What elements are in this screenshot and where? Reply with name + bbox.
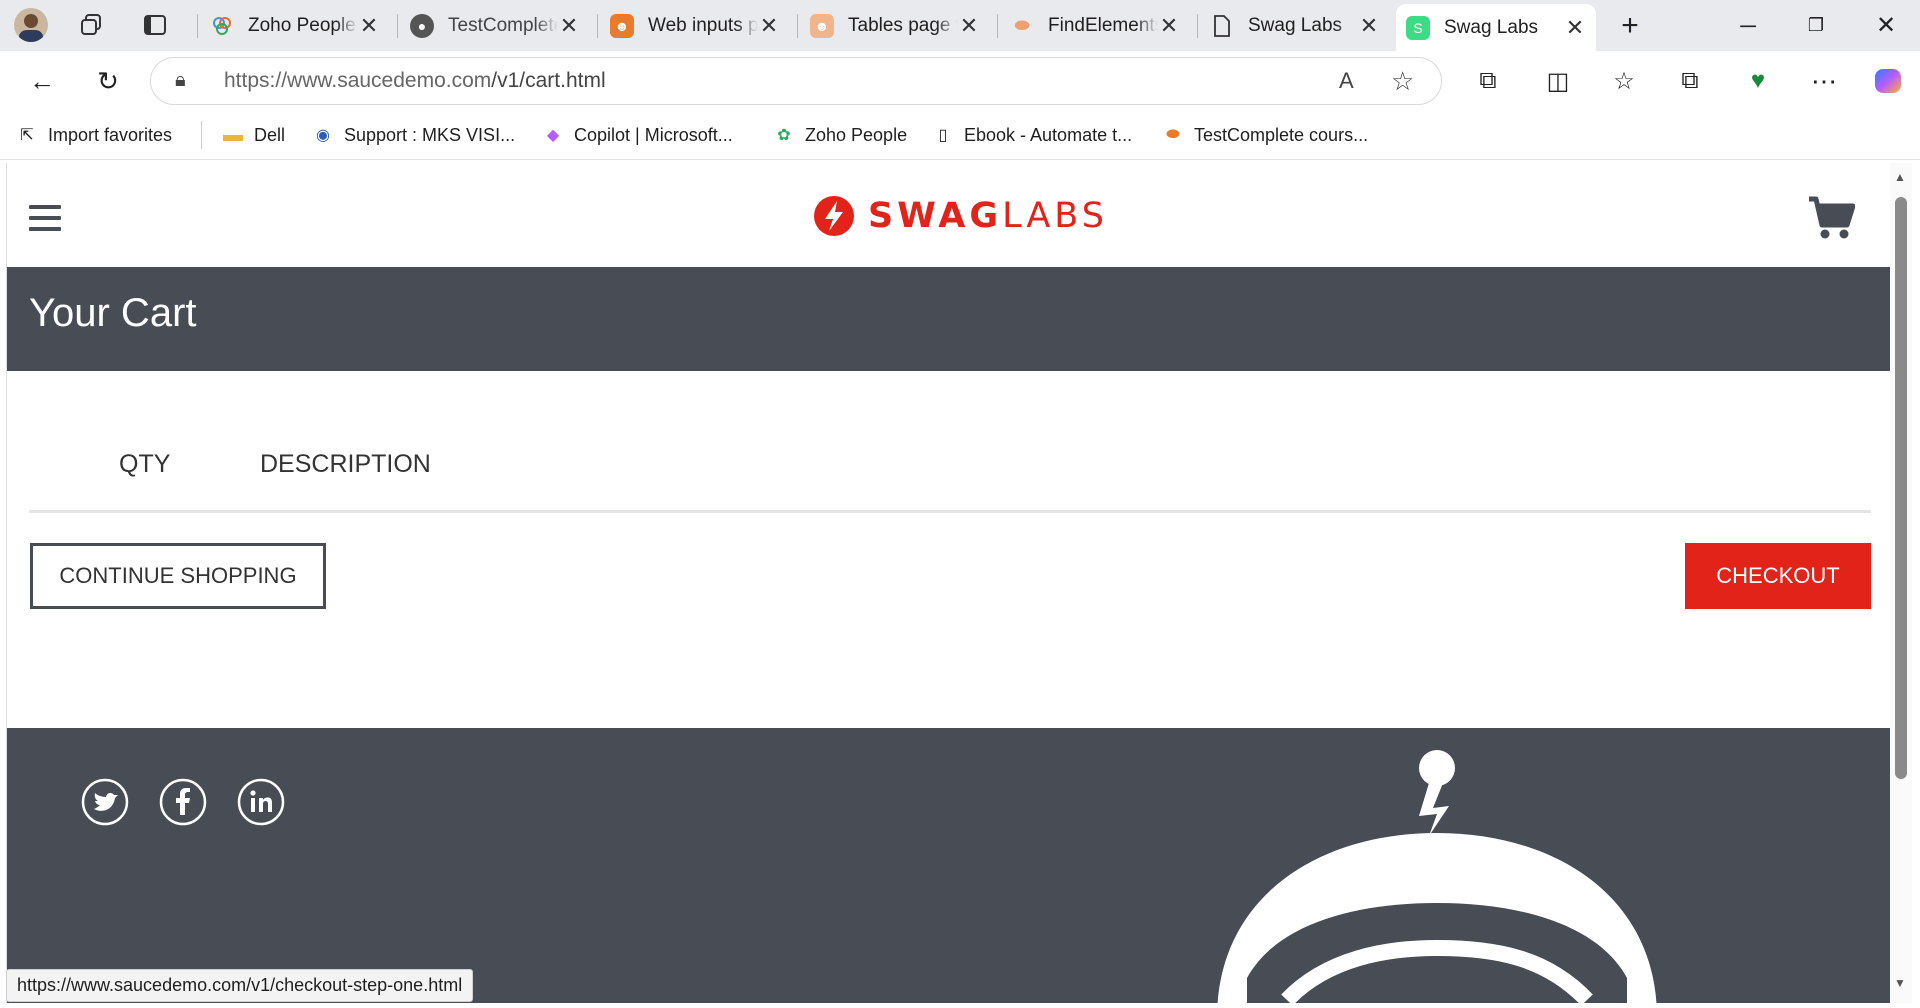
browser-essentials-icon[interactable]: ♥: [1736, 59, 1780, 103]
tab-findelements[interactable]: ⬬ FindElements ✕: [1000, 4, 1190, 47]
bookmark-label: Support : MKS VISI...: [344, 124, 516, 145]
logo-light: LABS: [1002, 196, 1108, 236]
collections-icon[interactable]: ⧉: [1668, 59, 1712, 103]
tab-title: Swag Labs: [1248, 14, 1343, 36]
restore-icon[interactable]: ❐: [1782, 0, 1850, 51]
checkout-button[interactable]: CHECKOUT: [1685, 543, 1871, 609]
page-icon: [1210, 14, 1234, 38]
bookmark-support-mks[interactable]: ◉ Support : MKS VISI...: [312, 121, 515, 149]
url-text[interactable]: https://www.saucedemo.com/v1/cart.html: [224, 69, 606, 93]
close-icon[interactable]: ✕: [958, 13, 980, 39]
close-icon[interactable]: ✕: [1564, 15, 1586, 41]
profile-avatar-icon: [19, 14, 43, 42]
facebook-icon[interactable]: [159, 778, 207, 826]
bookmark-dell[interactable]: ▬ Dell: [222, 121, 285, 149]
tab-testcomplete[interactable]: ● TestComplete ✕: [400, 4, 590, 47]
page-title: Your Cart: [29, 291, 197, 335]
swag-labs-logo: SWAGLABS: [812, 193, 1108, 239]
tab-title: Swag Labs: [1444, 16, 1539, 38]
footer: [7, 728, 1891, 1003]
split-screen-icon[interactable]: ◫: [1536, 59, 1580, 103]
column-header-qty: QTY: [119, 450, 171, 478]
zoho-icon: [210, 14, 234, 38]
bookmark-label: Dell: [254, 124, 286, 145]
close-icon[interactable]: ✕: [1358, 13, 1380, 39]
continue-shopping-button[interactable]: CONTINUE SHOPPING: [30, 543, 326, 609]
extensions-icon[interactable]: ⧉: [1466, 59, 1510, 103]
back-icon[interactable]: ←: [20, 59, 64, 103]
scroll-down-icon[interactable]: ▼: [1894, 976, 1906, 990]
minimize-icon[interactable]: ─: [1714, 0, 1782, 51]
new-tab-icon[interactable]: +: [1596, 0, 1664, 51]
swag-bot-mascot-icon: [1217, 750, 1657, 1003]
tab-swag-labs-active[interactable]: S Swag Labs ✕: [1396, 4, 1596, 51]
shopping-cart-icon[interactable]: [1807, 195, 1855, 241]
bookmark-label: Ebook - Automate t...: [964, 124, 1133, 145]
tab-web-inputs[interactable]: ☻ Web inputs page ✕: [600, 4, 790, 47]
robot-icon: ☻: [810, 13, 834, 38]
more-icon[interactable]: ⋯: [1802, 59, 1846, 103]
page-icon: ▯: [938, 127, 948, 144]
bookmark-ebook[interactable]: ▯ Ebook - Automate t...: [932, 121, 1133, 149]
bookmarks-bar: ⇱ Import favorites ▬ Dell ◉ Support : MK…: [0, 111, 1920, 160]
address-bar[interactable]: 🔒︎ https://www.saucedemo.com/v1/cart.htm…: [150, 57, 1442, 105]
profile-avatar[interactable]: [14, 8, 48, 42]
logo-bolt-icon: [814, 196, 854, 236]
scroll-up-icon[interactable]: ▲: [1894, 170, 1906, 184]
folder-icon: ▬: [223, 123, 243, 146]
close-icon[interactable]: ✕: [1158, 13, 1180, 39]
close-icon[interactable]: ✕: [558, 13, 580, 39]
lock-icon[interactable]: 🔒︎: [175, 69, 186, 92]
swag-icon: S: [1406, 15, 1430, 40]
subheader-bar: Your Cart: [7, 267, 1891, 371]
column-header-description: DESCRIPTION: [260, 450, 431, 478]
copilot-icon[interactable]: [1866, 59, 1910, 103]
workspaces-icon[interactable]: [70, 3, 114, 47]
twitter-icon[interactable]: [81, 778, 129, 826]
tab-actions-icon[interactable]: [133, 3, 177, 47]
menu-icon[interactable]: [29, 205, 61, 231]
bookmark-label: Copilot | Microsoft...: [574, 124, 733, 145]
web-page: SWAGLABS Your Cart QTY DESCRIPTION CONTI…: [6, 163, 1891, 1003]
tab-title: Web inputs page: [648, 14, 758, 36]
link-status-bubble: https://www.saucedemo.com/v1/checkout-st…: [6, 969, 474, 1002]
robot-icon: ☻: [610, 13, 634, 38]
linkedin-icon[interactable]: [237, 778, 285, 826]
tab-title: Zoho People: [248, 14, 356, 36]
tab-strip: Zoho People ✕ ● TestComplete ✕ ☻ Web inp…: [0, 0, 1920, 51]
close-icon[interactable]: ✕: [758, 13, 780, 39]
bookmark-testcomplete-course[interactable]: ⬬ TestComplete cours...: [1162, 121, 1368, 149]
close-window-icon[interactable]: ✕: [1852, 0, 1920, 51]
bookmark-label: Zoho People: [805, 124, 908, 145]
url-path: /v1/cart.html: [491, 69, 606, 92]
favorites-icon[interactable]: ☆: [1602, 59, 1646, 103]
tab-swag-labs[interactable]: Swag Labs ✕: [1200, 4, 1390, 47]
import-icon: ⇱: [20, 127, 34, 144]
tab-title: FindElements: [1048, 14, 1158, 36]
controller-icon: ⬬: [1014, 15, 1030, 35]
zoho-icon: ✿: [777, 127, 791, 144]
bookmark-import-favorites[interactable]: ⇱ Import favorites: [16, 121, 172, 149]
scrollbar-thumb[interactable]: [1895, 197, 1907, 779]
copilot-icon: ◆: [546, 127, 560, 144]
read-aloud-icon[interactable]: A: [1339, 68, 1354, 94]
controller-icon: ⬬: [1166, 126, 1180, 143]
globe-icon: ◉: [316, 127, 330, 144]
logo-bold: SWAG: [868, 196, 1003, 236]
favorite-star-icon[interactable]: ☆: [1391, 66, 1414, 97]
tab-tables-page[interactable]: ☻ Tables page for ✕: [800, 4, 990, 47]
tab-title: Tables page for: [848, 14, 958, 36]
tab-zoho-people[interactable]: Zoho People ✕: [200, 4, 390, 47]
close-icon[interactable]: ✕: [358, 13, 380, 39]
url-host: https://www.saucedemo.com: [224, 69, 492, 92]
divider: [29, 510, 1871, 513]
reload-icon[interactable]: ↻: [86, 59, 130, 103]
github-icon: ●: [410, 13, 434, 38]
bookmark-label: Import favorites: [48, 124, 173, 145]
tab-title: TestComplete: [448, 14, 558, 36]
bookmark-label: TestComplete cours...: [1194, 124, 1369, 145]
bookmark-zoho-people[interactable]: ✿ Zoho People: [773, 121, 907, 149]
bookmark-copilot[interactable]: ◆ Copilot | Microsoft...: [542, 121, 733, 149]
